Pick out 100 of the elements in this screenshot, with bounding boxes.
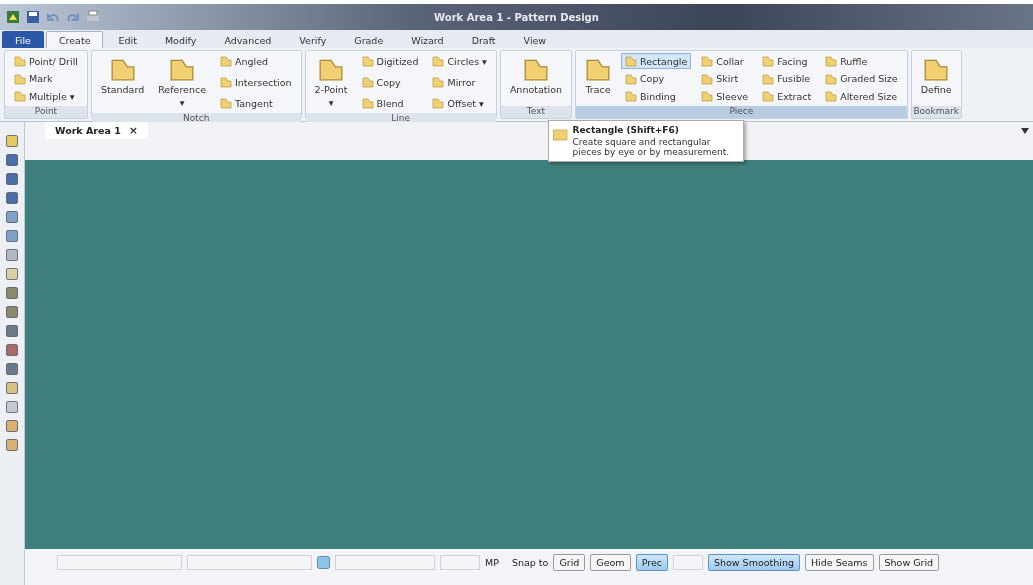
- ribbon-button[interactable]: Annotation: [505, 53, 566, 98]
- ribbon-button[interactable]: Tangent: [216, 95, 296, 111]
- ribbon-button[interactable]: Altered Size: [821, 88, 902, 104]
- pattern-piece-icon: [625, 55, 637, 67]
- pattern-piece-icon: [361, 55, 374, 67]
- toolbar-icon[interactable]: [5, 229, 19, 243]
- ribbon-button[interactable]: Multiple ▾: [10, 88, 82, 104]
- pattern-piece-icon: [220, 76, 232, 88]
- snap-button[interactable]: Geom: [590, 553, 631, 571]
- group-label: Bookmark: [911, 106, 961, 118]
- ribbon-button[interactable]: Point/ Drill: [10, 53, 82, 69]
- ribbon-button[interactable]: Facing: [758, 53, 816, 69]
- pattern-piece-icon: [825, 90, 838, 102]
- ribbon-button[interactable]: Angled: [216, 53, 296, 69]
- pattern-piece-icon: [625, 90, 637, 102]
- toolbar-icon[interactable]: [5, 267, 19, 281]
- mp-label: MP: [485, 556, 499, 568]
- ribbon-button[interactable]: Ruffle: [821, 53, 902, 69]
- ribbon-button[interactable]: Mark: [10, 70, 82, 87]
- ribbon-button[interactable]: Standard: [96, 53, 149, 98]
- toggle-button[interactable]: Show Grid: [878, 553, 940, 571]
- ribbon-tab[interactable]: View: [510, 31, 560, 48]
- pattern-piece-icon: [762, 55, 775, 67]
- toolbar-icon[interactable]: [5, 343, 19, 357]
- ribbon-tab[interactable]: Grade: [341, 31, 397, 48]
- pattern-piece-icon: [14, 90, 26, 102]
- ribbon-button[interactable]: Sleeve: [697, 88, 753, 104]
- browse-icon[interactable]: [317, 555, 330, 569]
- input-field[interactable]: [187, 554, 312, 570]
- input-field[interactable]: [672, 554, 703, 570]
- ribbon-button[interactable]: Binding: [621, 88, 692, 104]
- ribbon-button[interactable]: Collar: [697, 53, 753, 69]
- ribbon-tab[interactable]: Advanced: [211, 31, 285, 48]
- toolbar-icon[interactable]: [5, 362, 19, 376]
- ribbon-button[interactable]: Graded Size: [821, 70, 902, 87]
- pattern-piece-icon: [14, 55, 26, 67]
- ribbon-button[interactable]: Define: [916, 53, 956, 98]
- dropdown-field[interactable]: [335, 554, 435, 570]
- toolbar-icon[interactable]: [5, 400, 19, 414]
- input-field[interactable]: [440, 554, 480, 570]
- toolbar-icon[interactable]: [5, 305, 19, 319]
- toolbar-icon[interactable]: [5, 248, 19, 262]
- ribbon-button[interactable]: Trace: [581, 53, 615, 98]
- ribbon-tab[interactable]: Modify: [151, 31, 210, 48]
- group-label: Piece: [576, 106, 907, 118]
- ribbon-button[interactable]: 2-Point ▾: [310, 53, 352, 111]
- input-field[interactable]: [57, 554, 182, 570]
- tooltip-text: Create square and rectangular pieces by eye or by measurement.: [572, 137, 731, 157]
- pattern-piece-icon: [432, 55, 445, 67]
- tooltip-title: Rectangle (Shift+F6): [572, 125, 680, 135]
- ribbon-button[interactable]: Copy: [357, 74, 423, 90]
- snap-button[interactable]: Grid: [553, 553, 586, 571]
- ribbon-tab[interactable]: Edit: [105, 31, 150, 48]
- toolbar-icon[interactable]: [5, 153, 19, 167]
- ribbon-button[interactable]: Fusible: [758, 70, 816, 87]
- caret-icon[interactable]: [1021, 128, 1029, 134]
- pattern-piece-icon: [701, 90, 714, 102]
- toolbar-icon[interactable]: [5, 324, 19, 338]
- save-icon[interactable]: [26, 10, 40, 24]
- ribbon-button[interactable]: Mirror: [428, 74, 491, 90]
- app-icon[interactable]: [6, 10, 20, 24]
- ribbon-button[interactable]: Extract: [758, 88, 816, 104]
- ribbon-button[interactable]: Offset ▾: [428, 95, 491, 111]
- ribbon-button[interactable]: Digitized: [357, 53, 423, 69]
- toolbar-icon[interactable]: [5, 419, 19, 433]
- ribbon-tab[interactable]: Draft: [458, 31, 509, 48]
- toolbar-icon[interactable]: [5, 191, 19, 205]
- snap-button[interactable]: Prec: [635, 553, 668, 571]
- pattern-piece-icon: [825, 55, 838, 67]
- ribbon-button[interactable]: Skirt: [697, 70, 753, 87]
- ribbon-button[interactable]: Blend: [357, 95, 423, 111]
- ribbon-tab[interactable]: Create: [45, 31, 104, 48]
- ribbon-button[interactable]: Circles ▾: [428, 53, 491, 69]
- pattern-piece-icon: [432, 97, 445, 109]
- toolbar-icon[interactable]: [5, 286, 19, 300]
- toggle-button[interactable]: Show Smoothing: [707, 553, 800, 571]
- toolbar-icon[interactable]: [5, 134, 19, 148]
- group-label: Line: [305, 113, 496, 123]
- ribbon-button[interactable]: Rectangle: [621, 53, 692, 69]
- ribbon-tab[interactable]: Wizard: [398, 31, 457, 48]
- pattern-piece-icon: [361, 76, 374, 88]
- tab-label: Work Area 1: [55, 125, 121, 136]
- file-menu-tab[interactable]: File: [2, 31, 44, 48]
- print-icon[interactable]: [86, 10, 100, 24]
- pattern-piece-icon: [825, 72, 838, 85]
- pattern-piece-icon: [701, 55, 714, 67]
- toolbar-icon[interactable]: [5, 381, 19, 395]
- document-tab[interactable]: Work Area 1 ×: [45, 122, 148, 139]
- snap-label: Snap to: [511, 556, 549, 568]
- ribbon-button[interactable]: Copy: [621, 70, 692, 87]
- ribbon-button[interactable]: Intersection: [216, 74, 296, 90]
- toggle-button[interactable]: Hide Seams: [804, 553, 874, 571]
- pattern-piece-icon: [220, 97, 232, 109]
- close-button[interactable]: ×: [128, 124, 138, 137]
- pattern-piece-icon: [220, 55, 232, 67]
- ribbon-tab[interactable]: Verify: [286, 31, 340, 48]
- toolbar-icon[interactable]: [5, 210, 19, 224]
- toolbar-icon[interactable]: [5, 172, 19, 186]
- toolbar-icon[interactable]: [5, 438, 19, 452]
- ribbon-button[interactable]: Reference ▾: [154, 53, 210, 111]
